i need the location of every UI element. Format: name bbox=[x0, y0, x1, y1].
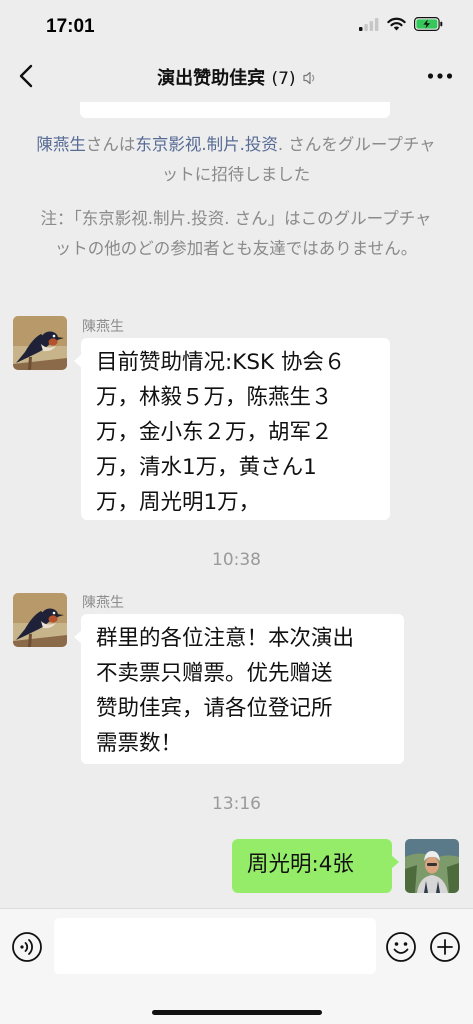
inviter-name-link[interactable]: 陳燕生 bbox=[36, 135, 86, 154]
chat-header: 演出赞助佳宾 (7) bbox=[0, 50, 473, 102]
avatar-swallow[interactable] bbox=[13, 316, 67, 370]
outgoing-message-bubble[interactable]: 周光明:4张 bbox=[232, 839, 399, 893]
message-line: 需票数！ bbox=[96, 731, 183, 756]
status-icons bbox=[359, 17, 443, 31]
group-name: 演出赞助佳宾 bbox=[157, 68, 266, 89]
timestamp: 10:38 bbox=[212, 550, 261, 570]
status-bar: 17:01 bbox=[0, 0, 473, 50]
message-text: 周光明:4张 bbox=[247, 852, 354, 877]
voice-input-icon[interactable] bbox=[11, 931, 43, 963]
chat-title: 演出赞助佳宾 (7) bbox=[0, 64, 473, 90]
system-message-notice: 注：「东京影视.制片.投资. さん」はこのグループチャットの他のどの参加者とも友… bbox=[40, 209, 432, 258]
message-line: 目前赞助情况:KSK 协会６ bbox=[96, 350, 346, 375]
system-message-invite: 陳燕生さんは东京影视.制片.投资. さんをグループチャットに招待しました bbox=[36, 130, 436, 190]
sender-name: 陳燕生 bbox=[82, 595, 124, 611]
invite-text-1: さんは bbox=[85, 135, 136, 154]
message-input[interactable] bbox=[54, 918, 376, 974]
sender-name: 陳燕生 bbox=[82, 319, 124, 335]
timestamp: 13:16 bbox=[212, 794, 261, 814]
previous-message-bubble bbox=[80, 102, 390, 118]
message-line: 万，金小东２万，胡军２ bbox=[96, 420, 333, 445]
avatar-swallow[interactable] bbox=[13, 593, 67, 647]
home-indicator[interactable] bbox=[152, 1010, 322, 1015]
swallow-avatar-icon bbox=[13, 593, 67, 647]
status-time: 17:01 bbox=[46, 16, 95, 37]
message-list[interactable]: 陳燕生さんは东京影视.制片.投资. さんをグループチャットに招待しました 注：「… bbox=[0, 102, 473, 908]
emoji-icon[interactable] bbox=[385, 931, 417, 963]
message-line: 赞助佳宾，请各位登记所 bbox=[96, 696, 333, 721]
input-bar bbox=[0, 908, 473, 1024]
mute-speaker-icon bbox=[303, 71, 315, 85]
more-options-icon[interactable] bbox=[427, 72, 453, 80]
message-line: 万，林毅５万，陈燕生３ bbox=[96, 385, 333, 410]
incoming-message-bubble[interactable]: 目前赞助情况:KSK 协会６ 万，林毅５万，陈燕生３ 万，金小东２万，胡军２ 万… bbox=[74, 338, 390, 520]
message-line: 万，清水1万，黄さん1 bbox=[96, 455, 317, 480]
incoming-message-bubble[interactable]: 群里的各位注意！本次演出 不卖票只赠票。优先赠送 赞助佳宾，请各位登记所 需票数… bbox=[74, 614, 404, 764]
wifi-icon bbox=[387, 17, 406, 31]
invitee-name-link[interactable]: 东京影视.制片.投资 bbox=[135, 135, 278, 154]
avatar-self[interactable] bbox=[405, 839, 459, 893]
message-line: 群里的各位注意！本次演出 bbox=[96, 626, 355, 651]
swallow-avatar-icon bbox=[13, 316, 67, 370]
user-photo-avatar-icon bbox=[405, 839, 459, 893]
cellular-signal-icon bbox=[359, 17, 379, 31]
message-line: 万，周光明1万， bbox=[96, 490, 261, 515]
add-more-icon[interactable] bbox=[429, 931, 461, 963]
member-count: (7) bbox=[271, 69, 296, 89]
battery-charging-icon bbox=[414, 17, 443, 31]
message-line: 不卖票只赠票。优先赠送 bbox=[96, 661, 333, 686]
